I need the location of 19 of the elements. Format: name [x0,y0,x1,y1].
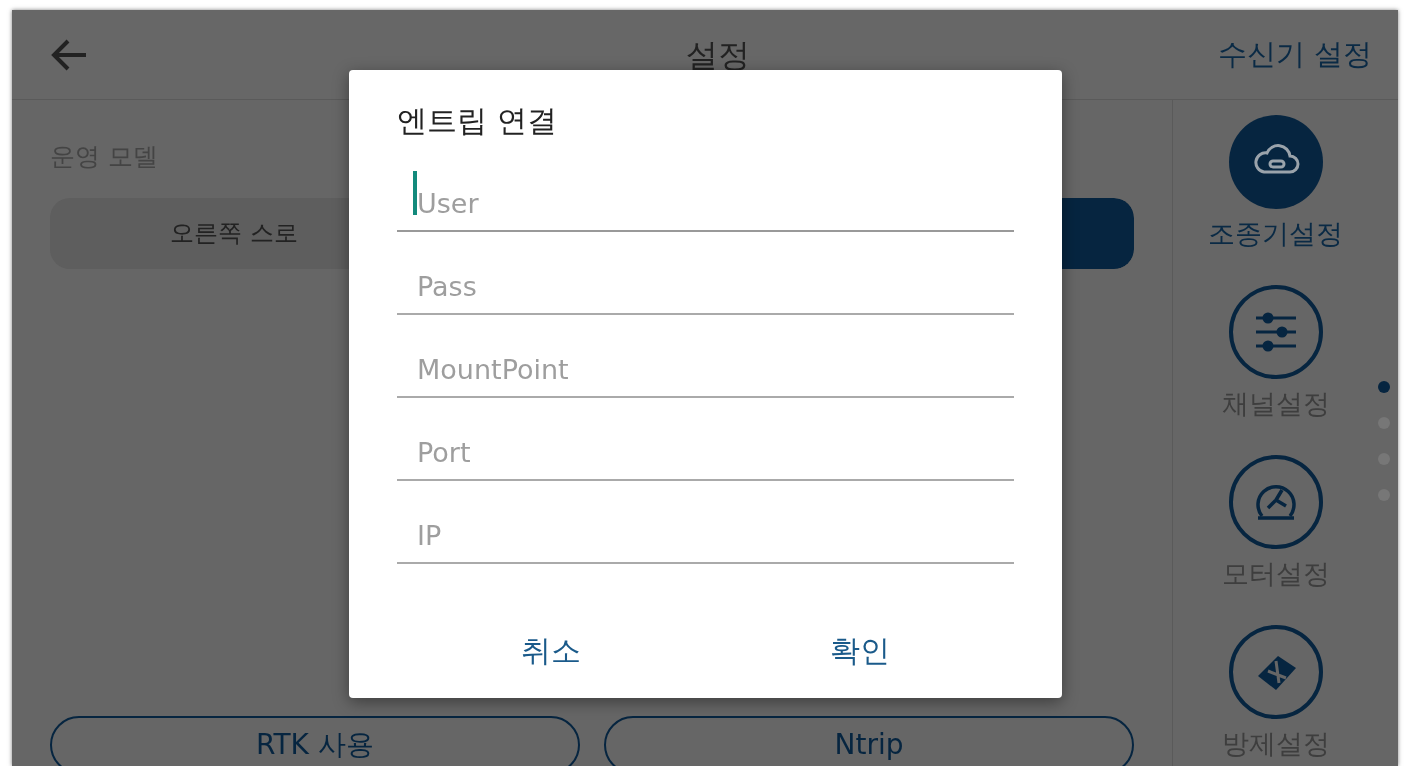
sliders-icon [1227,284,1324,380]
dialog-button[interactable]: 취소 [397,622,706,679]
grid-icon [1227,624,1324,720]
sidebar-item[interactable]: 조종기설정 [1208,114,1343,284]
outline-button[interactable]: RTK 사용 [50,716,580,766]
outline-button[interactable]: Ntrip [604,716,1134,766]
input-field[interactable]: Port [397,398,1014,481]
input-field[interactable]: Pass [397,232,1014,315]
back-arrow-icon[interactable] [50,37,88,72]
input-field[interactable]: MountPoint [397,315,1014,398]
motor-icon [1227,454,1324,550]
text-cursor [413,171,417,215]
dialog-button[interactable]: 확인 [705,622,1014,679]
input-field[interactable]: User [397,149,1014,232]
receiver-settings-link[interactable]: 수신기 설정 [1217,32,1372,77]
dialog-title: 엔트립 연결 [397,102,558,140]
cloud-icon [1227,114,1324,210]
page-title: 설정 [685,34,750,76]
input-field[interactable]: IP [397,481,1014,564]
